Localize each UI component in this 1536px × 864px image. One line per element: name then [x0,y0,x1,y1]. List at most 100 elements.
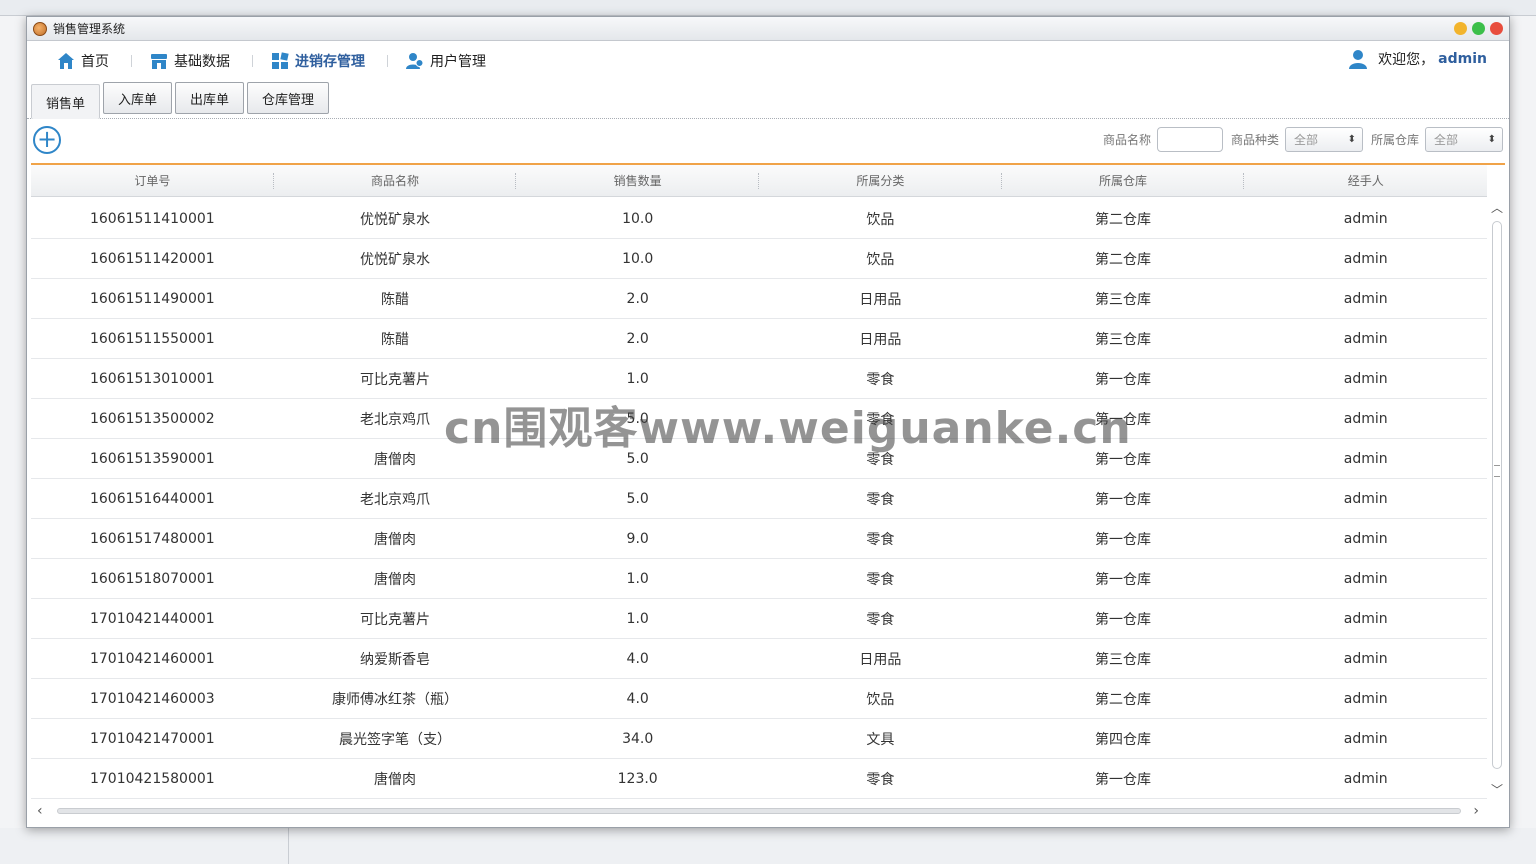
table-cell: 第二仓库 [1095,251,1152,268]
table-row[interactable]: 16061513010001 可比克薯片 1.0 零食 第一仓库 admin [31,359,1487,399]
table-cell: 4.0 [626,650,649,667]
main-menu: 首页 基础数据 进销存管理 用户管理 欢迎您， admin [27,41,1509,81]
title-bar[interactable]: 销售管理系统 [27,17,1509,41]
table-row[interactable]: 17010421440001 可比克薯片 1.0 零食 第一仓库 admin [31,599,1487,639]
table-cell: 第三仓库 [1095,651,1152,668]
table-cell: 零食 [866,491,895,508]
window-controls [1454,22,1503,35]
table-cell: 第一仓库 [1095,611,1152,628]
grid-icon [272,52,289,69]
select-arrow-icon: ⬍ [1347,134,1356,145]
chevron-right-icon[interactable]: › [1473,803,1479,819]
scroll-thumb[interactable] [57,808,1461,814]
table-cell: 第二仓库 [1095,691,1152,708]
table-row[interactable]: 16061513500002 老北京鸡爪 5.0 零食 第一仓库 admin [31,399,1487,439]
menu-item-users[interactable]: 用户管理 [406,51,500,71]
column-header[interactable]: 销售数量 [516,165,759,196]
table-cell: 唐僧肉 [374,451,416,468]
table-row[interactable]: 17010421580001 唐僧肉 123.0 零食 第一仓库 admin [31,759,1487,799]
table-cell: admin [1343,530,1388,547]
column-header[interactable]: 经手人 [1244,165,1487,196]
chevron-up-icon[interactable]: ︿ [1491,201,1503,215]
table-cell: 饮品 [866,211,895,228]
table-row[interactable]: 16061517480001 唐僧肉 9.0 零食 第一仓库 admin [31,519,1487,559]
tab-warehouse-management[interactable]: 仓库管理 [247,82,330,114]
table-cell: 第一仓库 [1095,411,1152,428]
table-cell: 老北京鸡爪 [360,491,430,508]
table-cell: 可比克薯片 [360,611,430,628]
table-cell: 16061516440001 [89,490,215,507]
table-cell: 零食 [866,531,895,548]
table-cell: 零食 [866,611,895,628]
table-row[interactable]: 16061511410001 优悦矿泉水 10.0 饮品 第二仓库 admin [31,199,1487,239]
menu-item-label: 进销存管理 [295,54,365,70]
column-header[interactable]: 所属仓库 [1002,165,1245,196]
table-cell: 文具 [866,731,895,748]
table-row[interactable]: 16061518070001 唐僧肉 1.0 零食 第一仓库 admin [31,559,1487,599]
table-cell: 日用品 [859,651,902,668]
column-header[interactable]: 所属分类 [759,165,1002,196]
chevron-down-icon[interactable]: ﹀ [1491,783,1503,797]
table-cell: admin [1343,770,1388,787]
menu-item-label: 首页 [81,54,109,70]
table-cell: 16061511490001 [89,290,215,307]
table-cell: 第一仓库 [1095,571,1152,588]
table-cell: 17010421460003 [89,690,215,707]
menu-item-label: 基础数据 [174,54,230,70]
tab-outbound-order[interactable]: 出库单 [175,82,245,114]
horizontal-scrollbar[interactable]: ‹ › [31,801,1505,821]
table-cell: 1.0 [626,570,649,587]
table-cell: admin [1343,610,1388,627]
table-cell: 17010421580001 [89,770,215,787]
store-icon [151,54,167,69]
table-row[interactable]: 16061513590001 唐僧肉 5.0 零食 第一仓库 admin [31,439,1487,479]
table-row[interactable]: 16061511420001 优悦矿泉水 10.0 饮品 第二仓库 admin [31,239,1487,279]
warehouse-select[interactable]: 全部 ⬍ [1425,127,1503,152]
table-row[interactable]: 17010421470001 晨光签字笔（支） 34.0 文具 第四仓库 admin [31,719,1487,759]
table-cell: 16061511550001 [89,330,215,347]
menu-item-home[interactable]: 首页 [57,51,123,71]
table-cell: admin [1343,250,1388,267]
product-name-input[interactable] [1156,127,1223,152]
minimize-button[interactable] [1454,22,1467,35]
category-select[interactable]: 全部 ⬍ [1284,127,1363,152]
tab-sales-order[interactable]: 销售单 [31,84,101,119]
table-cell: 唐僧肉 [374,771,416,788]
tab-inbound-order[interactable]: 入库单 [103,82,173,114]
menu-item-base-data[interactable]: 基础数据 [150,51,244,71]
menu-item-label: 用户管理 [430,54,486,70]
table-cell: 17010421440001 [89,610,215,627]
app-window: 销售管理系统 首页 基础数据 进销存管理 用户管理 欢迎您， admin 销售单… [26,16,1510,828]
table-cell: 16061513500002 [89,410,215,427]
table-cell: 第四仓库 [1095,731,1152,748]
table-cell: admin [1343,290,1388,307]
column-header[interactable]: 商品名称 [274,165,517,196]
column-header[interactable]: 订单号 [31,165,274,196]
table-cell: 5.0 [626,490,649,507]
menu-divider [252,55,253,67]
tab-bar: 销售单 入库单 出库单 仓库管理 [27,81,1509,119]
vertical-scrollbar[interactable]: ︿ ﹀ [1489,199,1505,799]
table-cell: 1.0 [626,370,649,387]
table-cell: 第一仓库 [1095,531,1152,548]
maximize-button[interactable] [1472,22,1485,35]
table-row[interactable]: 17010421460003 康师傅冰红茶（瓶） 4.0 饮品 第二仓库 admin [31,679,1487,719]
table-row[interactable]: 16061511490001 陈醋 2.0 日用品 第三仓库 admin [31,279,1487,319]
table-row[interactable]: 16061516440001 老北京鸡爪 5.0 零食 第一仓库 admin [31,479,1487,519]
product-name-label: 商品名称 [1102,133,1151,147]
table-cell: 老北京鸡爪 [360,411,430,428]
menu-item-inventory[interactable]: 进销存管理 [271,51,379,71]
scroll-thumb[interactable] [1492,221,1502,769]
table-cell: admin [1343,210,1388,227]
table-cell: admin [1343,690,1388,707]
table-cell: 日用品 [859,291,902,308]
table-cell: 1.0 [626,610,649,627]
close-button[interactable] [1490,22,1503,35]
select-arrow-icon: ⬍ [1487,134,1496,145]
table-row[interactable]: 16061511550001 陈醋 2.0 日用品 第三仓库 admin [31,319,1487,359]
add-order-button[interactable]: + [33,126,61,154]
table-row[interactable]: 17010421460001 纳爱斯香皂 4.0 日用品 第三仓库 admin [31,639,1487,679]
chevron-left-icon[interactable]: ‹ [37,803,43,819]
warehouse-select-value: 全部 [1434,133,1459,147]
table-cell: 34.0 [622,730,654,747]
